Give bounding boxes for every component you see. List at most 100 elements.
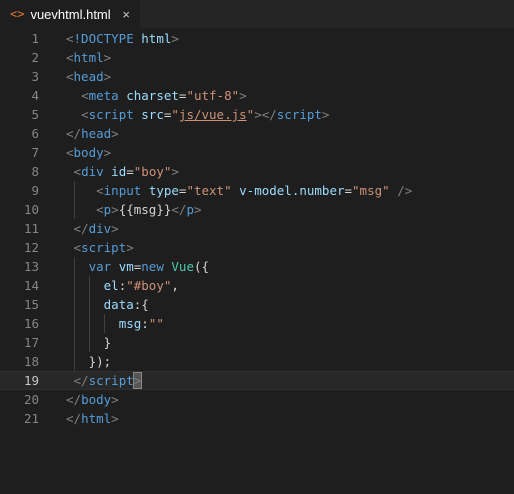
code-line[interactable]: 8 <div id="boy"> <box>0 162 514 181</box>
code-line[interactable]: 19 </script> <box>0 371 514 390</box>
code-token: html <box>141 31 172 46</box>
code-line[interactable]: 15 data:{ <box>0 295 514 314</box>
code-token: /> <box>397 183 413 198</box>
code-token: vm <box>118 259 134 274</box>
code-line[interactable]: 21 </html> <box>0 409 514 428</box>
line-code: <body> <box>66 143 111 162</box>
close-icon[interactable]: × <box>122 7 130 22</box>
line-code: <meta charset="utf-8"> <box>66 86 247 105</box>
code-editor[interactable]: 1 <!DOCTYPE html> 2 <html> 3 <head> 4 <meta ch… <box>0 29 514 428</box>
code-token: div <box>88 221 112 236</box>
code-token: < <box>96 183 104 198</box>
code-token: body <box>73 145 104 160</box>
line-code: <p>{{msg}}</p> <box>66 200 201 219</box>
code-line[interactable]: 14 el:"#boy", <box>0 276 514 295</box>
code-token: : <box>141 316 149 331</box>
code-line[interactable]: 13 var vm=new Vue({ <box>0 257 514 276</box>
line-number: 7 <box>31 145 39 160</box>
code-token: </ <box>66 126 82 141</box>
line-code: el:"#boy", <box>66 276 179 295</box>
line-code: var vm=new Vue({ <box>66 257 209 276</box>
html-file-icon: <> <box>10 7 25 21</box>
code-line[interactable]: 9 <input type="text" v-model.number="msg… <box>0 181 514 200</box>
editor-tab-vuevhtml[interactable]: <> vuevhtml.html × <box>0 0 140 28</box>
code-line[interactable]: 17 } <box>0 333 514 352</box>
line-number: 12 <box>23 240 39 255</box>
line-code: </head> <box>66 124 119 143</box>
line-number: 20 <box>23 392 39 407</box>
line-code: <head> <box>66 67 111 86</box>
code-line[interactable]: 12 <script> <box>0 238 514 257</box>
code-token: div <box>81 164 104 179</box>
code-token: data <box>103 297 134 312</box>
code-token: = <box>344 183 353 198</box>
code-token: html <box>73 50 104 65</box>
code-token: src <box>141 107 164 122</box>
line-number: 13 <box>23 259 39 274</box>
code-token: > <box>126 240 134 255</box>
line-number: 9 <box>31 183 39 198</box>
code-line[interactable]: 6 </head> <box>0 124 514 143</box>
code-line[interactable]: 20 </body> <box>0 390 514 409</box>
tab-bar: <> vuevhtml.html × <box>0 0 514 28</box>
code-token: < <box>66 50 74 65</box>
code-token: > <box>111 202 119 217</box>
code-token: < <box>96 202 104 217</box>
code-token: "#boy" <box>126 278 172 293</box>
line-number: 8 <box>31 164 39 179</box>
line-code: } <box>66 333 112 352</box>
code-line[interactable]: 16 msg:"" <box>0 314 514 333</box>
code-token: = <box>126 164 134 179</box>
code-token: script <box>276 107 322 122</box>
line-code: <input type="text" v-model.number="msg" … <box>66 181 412 200</box>
line-code: }); <box>66 352 112 371</box>
code-line[interactable]: 5 <script src="js/vue.js"></script> <box>0 105 514 124</box>
line-code: <script src="js/vue.js"></script> <box>66 105 329 124</box>
line-number: 15 <box>23 297 39 312</box>
code-token: " <box>171 107 179 122</box>
code-token: > <box>111 126 119 141</box>
line-number: 18 <box>23 354 39 369</box>
code-token: > <box>239 88 247 103</box>
code-token: "boy" <box>133 164 172 179</box>
code-token: > <box>103 50 112 65</box>
code-token: > <box>103 145 112 160</box>
code-token: < <box>81 88 89 103</box>
line-number: 19 <box>23 373 39 388</box>
code-line[interactable]: 3 <head> <box>0 67 514 86</box>
code-token: script <box>81 240 127 255</box>
code-line[interactable]: 2 <html> <box>0 48 514 67</box>
code-token: new <box>141 259 164 274</box>
code-token: !DOCTYPE <box>73 31 134 46</box>
code-line[interactable]: 18 }); <box>0 352 514 371</box>
code-token: > <box>171 164 179 179</box>
code-token: script <box>88 107 134 122</box>
code-token: js/vue.js <box>178 107 247 122</box>
code-token: script <box>88 373 134 388</box>
code-line[interactable]: 1 <!DOCTYPE html> <box>0 29 514 48</box>
code-token: html <box>81 411 112 426</box>
code-line[interactable]: 11 </div> <box>0 219 514 238</box>
code-line[interactable]: 4 <meta charset="utf-8"> <box>0 86 514 105</box>
code-token: input <box>103 183 142 198</box>
code-line[interactable]: 10 <p>{{msg}}</p> <box>0 200 514 219</box>
code-token: </ <box>66 392 82 407</box>
code-token: </ <box>66 411 82 426</box>
code-token: , <box>171 278 179 293</box>
line-number: 5 <box>31 107 39 122</box>
code-token: < <box>81 107 89 122</box>
line-code: <script> <box>66 238 134 257</box>
code-token: charset <box>126 88 179 103</box>
code-line[interactable]: 7 <body> <box>0 143 514 162</box>
line-code: data:{ <box>66 295 149 314</box>
code-token: < <box>66 145 74 160</box>
